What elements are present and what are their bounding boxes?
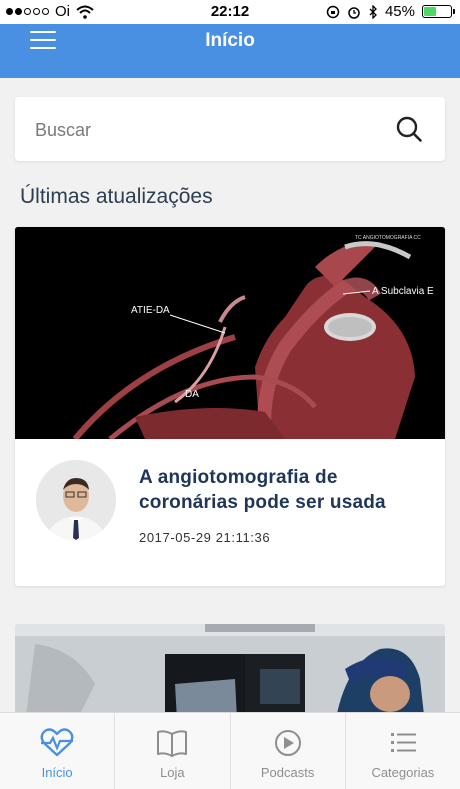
section-title: Últimas atualizações	[20, 185, 213, 208]
tab-loja[interactable]: Loja	[115, 713, 231, 789]
author-avatar	[36, 460, 116, 540]
bottom-tab-bar: Início Loja Podcasts Categorias	[0, 712, 460, 789]
bluetooth-icon	[369, 4, 377, 19]
search-box	[15, 97, 445, 161]
alarm-icon	[348, 6, 360, 19]
rotation-lock-icon	[326, 5, 340, 18]
article-image[interactable]	[15, 624, 445, 724]
page-title: Início	[205, 30, 255, 51]
search-input[interactable]	[33, 113, 377, 147]
image-label-atie-da: ATIE-DA	[131, 305, 170, 316]
image-label-subclavia: A Subclavia E	[372, 286, 434, 297]
article-date: 2017-05-29 21:11:36	[139, 530, 271, 545]
article-card[interactable]: ATIE-DA A Subclavia E DA TC ANGIOTOMOGRA…	[15, 227, 445, 586]
status-right: 45%	[326, 3, 455, 20]
tab-label: Podcasts	[260, 765, 315, 780]
status-bar: Oi 22:12 45%	[0, 0, 460, 24]
battery-icon	[422, 5, 455, 18]
heartbeat-icon	[40, 728, 74, 757]
image-label-da: DA	[185, 389, 199, 400]
article-image[interactable]: ATIE-DA A Subclavia E DA TC ANGIOTOMOGRA…	[15, 227, 445, 439]
tab-label: Categorias	[371, 765, 435, 780]
tab-label: Loja	[160, 765, 185, 780]
battery-level	[424, 7, 436, 16]
tab-categorias[interactable]: Categorias	[346, 713, 460, 789]
article-card[interactable]	[15, 624, 445, 724]
list-icon	[390, 733, 416, 752]
tab-podcasts[interactable]: Podcasts	[231, 713, 346, 789]
app-header: Início	[0, 24, 460, 78]
book-icon	[157, 730, 188, 757]
search-icon[interactable]	[395, 115, 423, 143]
article-title[interactable]: A angiotomografia de coronárias pode ser…	[139, 465, 429, 515]
tab-label: Início	[41, 765, 73, 780]
tab-inicio[interactable]: Início	[0, 713, 116, 789]
play-circle-icon	[274, 730, 301, 756]
image-caption: TC ANGIOTOMOGRAFIA CC	[355, 235, 421, 241]
battery-percent: 45%	[384, 3, 415, 20]
